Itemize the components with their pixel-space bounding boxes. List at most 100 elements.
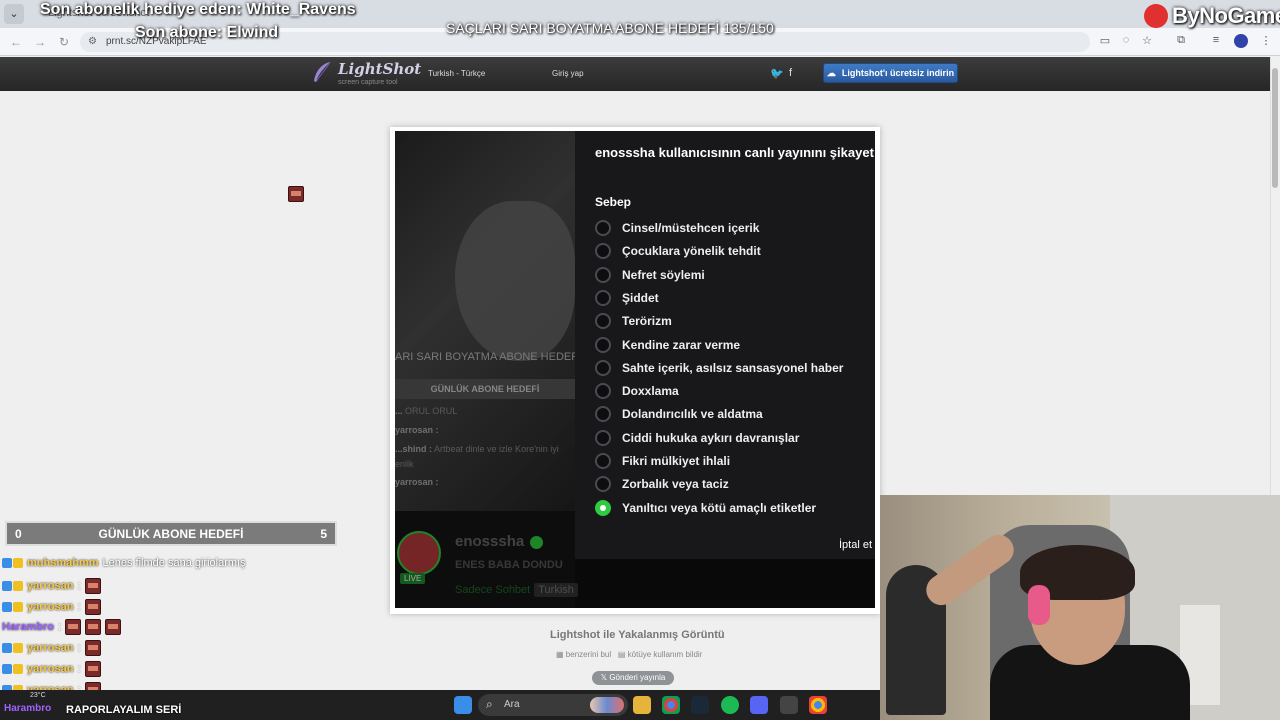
chat-username[interactable]: yarrosan bbox=[27, 580, 73, 592]
tab-search-button[interactable]: ⌄ bbox=[4, 4, 24, 24]
reason-option-label: Ciddi hukuka aykırı davranışlar bbox=[622, 430, 800, 445]
radio-button[interactable] bbox=[595, 289, 611, 306]
find-similar-link[interactable]: benzerini bul bbox=[566, 650, 611, 659]
chat-message: Harambro: bbox=[2, 619, 122, 636]
reason-option[interactable]: Kendine zarar verme bbox=[595, 336, 740, 354]
bynogame-icon bbox=[1140, 0, 1172, 32]
download-label: Lightshot'ı ücretsiz indirin bbox=[841, 68, 955, 78]
goal-label: GÜNLÜK ABONE HEDEFİ bbox=[98, 527, 244, 541]
chat-username[interactable]: yarrosan bbox=[27, 601, 73, 613]
extensions-icon[interactable]: ⧉ bbox=[1173, 34, 1189, 47]
menu-icon[interactable]: ⋮ bbox=[1258, 34, 1274, 47]
cast-icon[interactable]: ▭ bbox=[1097, 34, 1113, 47]
radio-button[interactable] bbox=[595, 266, 611, 283]
reason-option[interactable]: Terörizm bbox=[595, 312, 672, 330]
reason-option[interactable]: Şiddet bbox=[595, 289, 659, 307]
weather-widget[interactable]: 23°C bbox=[30, 692, 46, 699]
cloud-download-icon: ☁ bbox=[826, 67, 836, 78]
sub-badge-icon bbox=[2, 601, 12, 612]
site-info-icon[interactable]: ⚙ bbox=[88, 36, 97, 47]
forward-icon[interactable]: → bbox=[32, 34, 48, 50]
chat-text: : bbox=[57, 621, 62, 634]
chat-emote bbox=[84, 640, 101, 657]
radio-button[interactable] bbox=[595, 359, 611, 376]
report-abuse-link[interactable]: kötüye kullanım bildir bbox=[628, 650, 703, 659]
reason-option-label: Yanıltıcı veya kötü amaçlı etiketler bbox=[622, 500, 817, 515]
radio-button[interactable] bbox=[595, 429, 611, 446]
facebook-icon[interactable]: f bbox=[789, 67, 792, 79]
profile-avatar[interactable] bbox=[1234, 34, 1248, 48]
report-icon[interactable]: ▤ bbox=[618, 650, 626, 659]
reason-option[interactable]: Fikri mülkiyet ihlali bbox=[595, 452, 730, 470]
reason-option[interactable]: Sahte içerik, asılsız sansasyonel haber bbox=[595, 359, 843, 377]
radio-button[interactable] bbox=[595, 383, 611, 400]
search-highlight-art bbox=[590, 697, 624, 713]
reason-option[interactable]: Nefret söylemi bbox=[595, 266, 705, 284]
radio-button[interactable] bbox=[595, 406, 611, 423]
reason-option[interactable]: Yanıltıcı veya kötü amaçlı etiketler bbox=[595, 499, 816, 517]
download-button[interactable]: ☁ Lightshot'ı ücretsiz indirin bbox=[823, 63, 958, 83]
chrome-profile-icon[interactable] bbox=[809, 696, 827, 714]
chat-username[interactable]: yarrosan bbox=[27, 663, 73, 675]
radio-button[interactable] bbox=[595, 476, 611, 493]
emote bbox=[288, 186, 304, 202]
reading-list-icon[interactable]: ≡ bbox=[1208, 34, 1224, 46]
discord-icon[interactable] bbox=[750, 696, 768, 714]
reason-option-label: Zorbalık veya taciz bbox=[622, 477, 729, 492]
chrome-icon[interactable] bbox=[662, 696, 680, 714]
radio-button[interactable] bbox=[595, 243, 611, 260]
reason-option[interactable]: Ciddi hukuka aykırı davranışlar bbox=[595, 429, 799, 447]
report-title: enosssha kullanıcısının canlı yayınını ş… bbox=[595, 145, 875, 160]
file-explorer-icon[interactable] bbox=[633, 696, 651, 714]
chat-username[interactable]: yarrosan bbox=[27, 642, 73, 654]
language-select[interactable]: Turkish - Türkçe bbox=[428, 69, 485, 78]
share-post-button[interactable]: 𝕏 Gönderi yayınla bbox=[592, 671, 674, 685]
cancel-button[interactable]: İptal et bbox=[839, 539, 872, 551]
radio-button[interactable] bbox=[595, 220, 611, 236]
back-icon[interactable]: ← bbox=[8, 34, 24, 50]
gift-badge-icon bbox=[13, 601, 23, 612]
x-icon: 𝕏 bbox=[600, 673, 608, 682]
radio-button[interactable] bbox=[595, 453, 611, 469]
daily-goal-bar: 0 GÜNLÜK ABONE HEDEFİ 5 bbox=[5, 521, 337, 546]
chat-bottom-user: Harambro bbox=[4, 703, 52, 714]
chat-username[interactable]: Harambro bbox=[2, 621, 54, 633]
sponsor-logo: ByNoGame bbox=[1140, 0, 1280, 32]
gift-badge-icon bbox=[13, 558, 23, 568]
taskbar-search[interactable]: ⌕ Ara bbox=[478, 694, 628, 716]
lightshot-logo[interactable]: LightShot screen capture tool bbox=[312, 61, 421, 86]
star-icon[interactable]: ☆ bbox=[1139, 34, 1155, 47]
chat-text: : bbox=[77, 642, 81, 655]
reason-option[interactable]: Dolandırıcılık ve aldatma bbox=[595, 405, 763, 423]
subscriber-goal-text: SAÇLARI SARI BOYATMA ABONE HEDEFİ 135/15… bbox=[446, 20, 774, 36]
reason-option[interactable]: Cinsel/müstehcen içerik bbox=[595, 219, 759, 237]
reason-option-label: Fikri mülkiyet ihlali bbox=[622, 454, 731, 468]
reason-option-label: Doxxlama bbox=[622, 384, 679, 399]
chat-username[interactable]: muhsmahmm bbox=[27, 557, 99, 569]
steam-icon[interactable] bbox=[691, 696, 709, 714]
chat-emote bbox=[65, 619, 82, 636]
radio-button[interactable] bbox=[595, 313, 611, 330]
chat-bottom-message: RAPORLAYALIM SERİ bbox=[66, 704, 182, 716]
obs-icon[interactable] bbox=[780, 696, 798, 714]
twitter-icon[interactable]: 🐦 bbox=[770, 67, 784, 80]
search-placeholder: Ara bbox=[504, 699, 520, 710]
scrollbar-thumb[interactable] bbox=[1272, 68, 1278, 188]
login-link[interactable]: Giriş yap bbox=[552, 69, 584, 78]
chat-text: : bbox=[77, 600, 81, 613]
find-similar-icon[interactable]: ▦ bbox=[556, 650, 564, 659]
spotify-icon[interactable] bbox=[721, 696, 739, 714]
eye-off-icon[interactable]: ◌ bbox=[1118, 34, 1134, 46]
reason-option[interactable]: Doxxlama bbox=[595, 382, 679, 400]
screenshot-image[interactable]: ARI SARI BOYATMA ABONE HEDEFİ GÜNLÜK ABO… bbox=[395, 131, 875, 608]
reason-option-label: Terörizm bbox=[622, 314, 672, 329]
reason-option[interactable]: Çocuklara yönelik tehdit bbox=[595, 242, 761, 260]
chat-emote bbox=[84, 577, 101, 594]
gift-badge-icon bbox=[13, 580, 23, 591]
radio-button[interactable] bbox=[595, 499, 611, 516]
reload-icon[interactable]: ↻ bbox=[56, 34, 72, 50]
chat-message: yarrosan: bbox=[2, 640, 101, 657]
reason-option[interactable]: Zorbalık veya taciz bbox=[595, 475, 729, 493]
windows-start-icon[interactable] bbox=[454, 696, 472, 714]
radio-button[interactable] bbox=[595, 336, 611, 353]
